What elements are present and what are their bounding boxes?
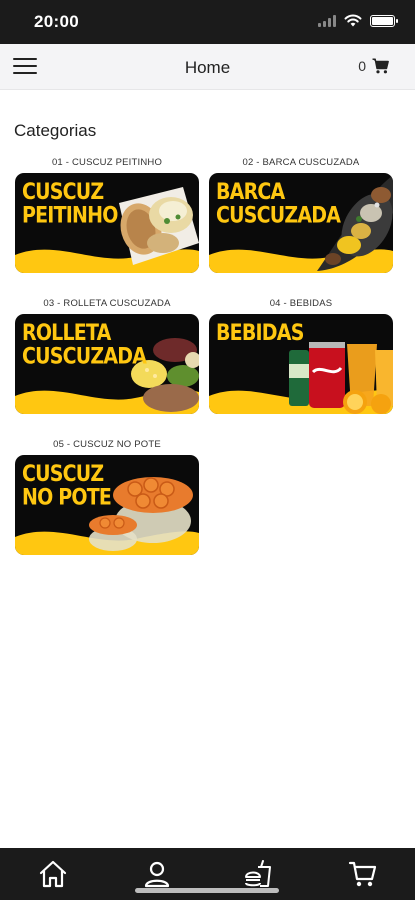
cart-icon [348,861,377,887]
cart-count: 0 [358,58,366,74]
section-title: Categorias [14,121,97,140]
banner-title: ROLLETA CUSCUZADA [22,319,147,370]
banner-title: CUSCUZ NO POTE [22,460,112,511]
status-bar: 20:00 [0,0,415,44]
status-icons [318,14,398,27]
banner-title: CUSCUZ PEITINHO [22,178,118,229]
category-label: 05 - CUSCUZ NO POTE [53,439,161,450]
category-label: 02 - BARCA CUSCUZADA [242,157,360,168]
category-banner[interactable]: CUSCUZ NO POTE [15,455,199,555]
category-label: 03 - ROLLETA CUSCUZADA [43,298,171,309]
category-label: 04 - BEBIDAS [269,298,333,309]
category-card-cuscuz-no-pote[interactable]: 05 - CUSCUZ NO POTE CUSCUZ NO POTE [15,438,199,555]
category-banner[interactable]: BEBIDAS [209,314,393,414]
category-banner[interactable]: CUSCUZ PEITINHO [15,173,199,273]
category-card-barca-cuscuzada[interactable]: 02 - BARCA CUSCUZADA BARCA CUSCUZADA [209,156,393,273]
user-icon [144,861,170,888]
signal-icon [318,14,336,27]
food-icon [245,860,271,887]
category-card-rolleta-cuscuzada[interactable]: 03 - ROLLETA CUSCUZADA ROLLETA CUSCUZADA [15,297,199,414]
battery-icon [370,14,398,27]
nav-cart[interactable] [346,857,380,891]
app-header: Home 0 [0,44,415,90]
status-time: 20:00 [34,12,79,31]
page-title: Home [184,58,231,77]
home-indicator [135,888,279,893]
header-cart-button[interactable]: 0 [358,58,389,74]
category-card-cuscuz-peitinho[interactable]: 01 - CUSCUZ PEITINHO CUSCUZ PEITINHO [15,156,199,273]
nav-menu[interactable] [242,857,276,891]
banner-title: BARCA CUSCUZADA [216,178,341,229]
category-label: 01 - CUSCUZ PEITINHO [51,157,163,168]
nav-profile[interactable] [140,857,174,891]
banner-title: BEBIDAS [216,319,304,346]
home-icon [39,860,67,888]
category-banner[interactable]: BARCA CUSCUZADA [209,173,393,273]
category-banner[interactable]: ROLLETA CUSCUZADA [15,314,199,414]
cart-icon [372,58,389,74]
category-card-bebidas[interactable]: 04 - BEBIDAS BEBIDAS [209,297,393,414]
wifi-icon [344,14,362,27]
nav-home[interactable] [36,857,70,891]
